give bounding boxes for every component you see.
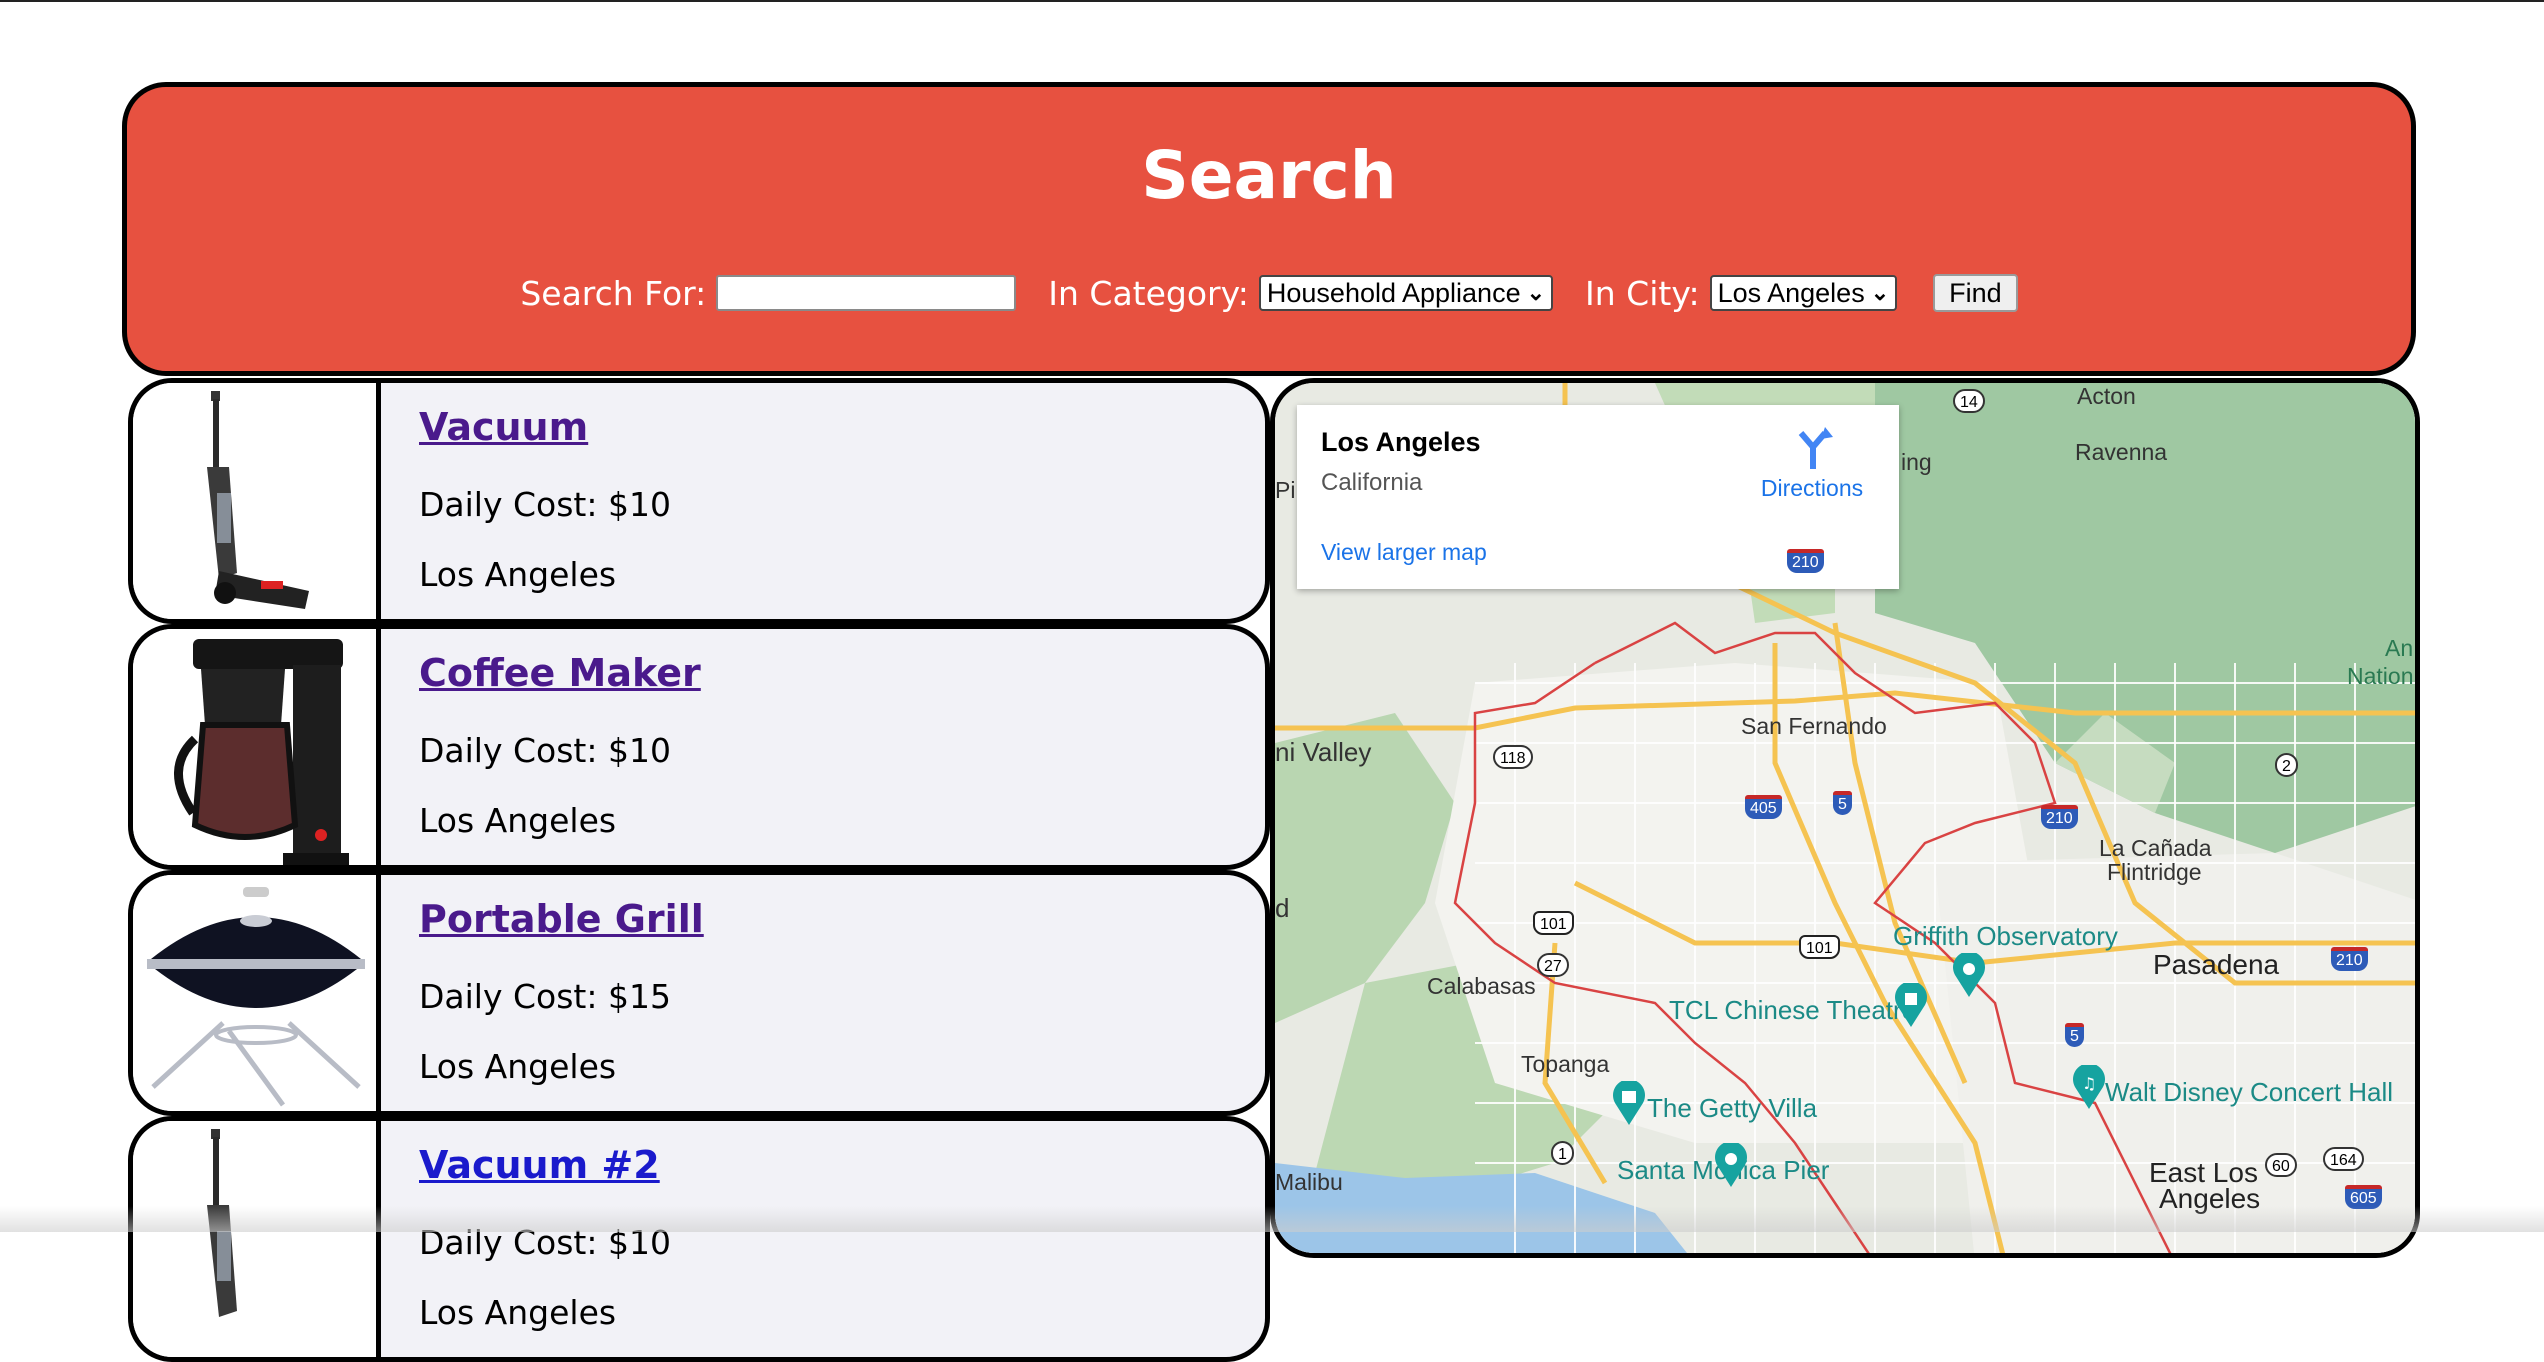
directions-icon [1798,427,1833,469]
highway-shield: 210 [2331,947,2368,971]
vacuum-image [133,1121,381,1357]
directions-button[interactable]: Directions [1747,425,1877,509]
chevron-down-icon: ⌄ [1870,280,1890,305]
view-larger-map-link[interactable]: View larger map [1321,539,1487,566]
map-place-label: ing [1901,449,1932,475]
vacuum-image [133,383,381,619]
listing-card: Vacuum #2 Daily Cost: $10 Los Angeles [128,1116,1270,1362]
chevron-down-icon: ⌄ [1526,280,1546,305]
listing-title-link[interactable]: Coffee Maker [419,651,701,695]
map-place-label: San Fernando [1741,713,1887,739]
listing-title-link[interactable]: Vacuum [419,405,588,449]
embedded-map[interactable]: Los Angeles California Directions View l… [1270,378,2420,1258]
map-place-label: Malibu [1275,1169,1343,1195]
map-place-label: Pi [1275,477,1296,503]
highway-shield: 27 [1537,953,1569,977]
highway-shield: 101 [1799,935,1840,959]
portable-grill-image [133,875,381,1111]
highway-shield: 101 [1533,911,1574,935]
city-select[interactable]: Los Angeles ⌄ [1709,275,1898,311]
svg-text:♫: ♫ [2082,1074,2096,1093]
highway-shield: 14 [1953,389,1985,413]
listing-cost: Daily Cost: $15 [419,977,671,1016]
listing-title-link[interactable]: Portable Grill [419,897,704,941]
highway-shield: 210 [2041,805,2078,829]
search-form: Search For: In Category: Household Appli… [127,271,2411,315]
listing-city: Los Angeles [419,801,617,840]
search-for-label: Search For: [520,273,707,313]
listing-cost: Daily Cost: $10 [419,731,671,770]
highway-shield: 405 [1745,795,1782,819]
map-place-label: d [1275,893,1290,923]
map-place-label: Topanga [1521,1051,1610,1077]
music-pin-icon[interactable]: ♫ [2071,1065,2107,1109]
listing-city: Los Angeles [419,1293,617,1332]
category-select-value: Household Appliance [1266,277,1521,308]
camera-pin-icon[interactable] [1951,953,1987,997]
map-place-label: Flintridge [2107,859,2202,885]
camera-pin-icon[interactable] [1713,1143,1749,1187]
listing-city: Los Angeles [419,555,617,594]
museum-pin-icon[interactable] [1611,1081,1647,1125]
map-card-title: Los Angeles [1321,427,1481,457]
search-panel: Search Search For: In Category: Househol… [122,82,2416,376]
search-title: Search [1141,137,1397,214]
highway-shield: 118 [1493,745,1533,769]
highway-shield: 164 [2323,1147,2364,1171]
listing-card: Coffee Maker Daily Cost: $10 Los Angeles [128,624,1270,870]
map-place-label: Ravenna [2075,439,2168,465]
highway-shield: 210 [1787,549,1824,573]
listing-title-link[interactable]: Vacuum #2 [419,1143,660,1187]
listing-cost: Daily Cost: $10 [419,485,671,524]
map-poi-label[interactable]: Griffith Observatory [1893,921,2118,952]
listing-city: Los Angeles [419,1047,617,1086]
highway-shield: 5 [1833,791,1852,815]
city-select-value: Los Angeles [1717,277,1865,308]
highway-shield: 60 [2265,1153,2297,1177]
map-poi-label[interactable]: The Getty Villa [1647,1093,1817,1124]
category-label: In Category: [1048,273,1249,313]
find-button[interactable]: Find [1933,274,2018,312]
highway-shield: 5 [2065,1023,2084,1047]
directions-label: Directions [1760,475,1864,501]
listing-card: Vacuum Daily Cost: $10 Los Angeles [128,378,1270,624]
map-card-subtitle: California [1321,469,1423,496]
bottom-shadow [0,1206,2544,1232]
top-border [0,0,2544,2]
map-place-label: Acton [2077,383,2136,409]
map-place-label: ni Valley [1275,737,1372,767]
map-poi-label[interactable]: TCL Chinese Theatre [1669,995,1916,1026]
highway-shield: 2 [2275,753,2298,777]
coffee-maker-image [133,629,381,865]
map-place-label: La Cañada [2099,835,2212,861]
category-select[interactable]: Household Appliance ⌄ [1258,275,1554,311]
map-poi-label[interactable]: Walt Disney Concert Hall [2105,1077,2393,1108]
city-label: In City: [1585,273,1700,313]
map-place-label: Pasadena [2153,949,2280,980]
listing-card: Portable Grill Daily Cost: $15 Los Angel… [128,870,1270,1116]
highway-shield: 1 [1551,1141,1574,1165]
map-place-label: An [2385,635,2414,661]
film-pin-icon[interactable] [1893,983,1929,1027]
map-place-label: Calabasas [1427,973,1536,999]
map-place-label: Nation [2347,663,2414,689]
search-input[interactable] [716,275,1017,311]
